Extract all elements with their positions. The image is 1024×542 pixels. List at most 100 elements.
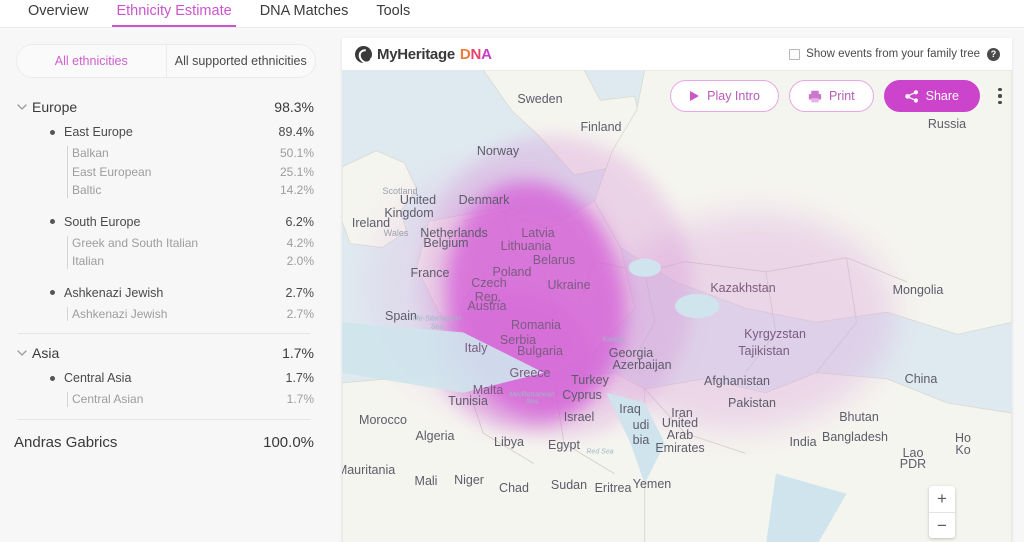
bullet-icon xyxy=(50,129,55,135)
ethnicity-row-italian[interactable]: Italian 2.0% xyxy=(72,252,314,271)
show-family-events-checkbox[interactable] xyxy=(789,48,801,60)
cluster-group-east-europe: East Europe 89.4% Balkan 50.1% East Euro… xyxy=(14,120,314,200)
ethnicity-row-balkan[interactable]: Balkan 50.1% xyxy=(72,144,314,163)
zoom-out-button[interactable]: − xyxy=(929,512,955,538)
ethnicity-map-card: MyHeritage DNA Show events from your fam… xyxy=(342,38,1012,542)
map-graphics xyxy=(342,70,1012,542)
continent-label: Europe xyxy=(32,99,78,115)
cluster-group-ashkenazi-jewish: Ashkenazi Jewish 2.7% Ashkenazi Jewish 2… xyxy=(14,281,314,324)
map-canvas[interactable]: Sweden Finland Norway Russia Scotland United K… xyxy=(342,70,1012,542)
ethnicity-label: Baltic xyxy=(72,183,102,198)
brand-dna: DNA xyxy=(459,45,492,63)
share-label: Share xyxy=(925,89,959,103)
continent-label: Asia xyxy=(32,345,60,361)
tab-tools[interactable]: Tools xyxy=(362,0,424,22)
cluster-row-east-europe[interactable]: East Europe 89.4% xyxy=(14,120,314,144)
more-options-button[interactable] xyxy=(990,83,1010,109)
share-nodes-icon xyxy=(904,89,918,103)
ethnicity-row-east-european[interactable]: East European 25.1% xyxy=(72,163,314,182)
ethnicity-filter-wrap: All ethnicities All supported ethnicitie… xyxy=(0,28,330,78)
ethnicity-sublist: Central Asian 1.7% xyxy=(14,390,314,409)
cluster-row-south-europe[interactable]: South Europe 6.2% xyxy=(14,210,314,234)
ethnicity-value: 1.7% xyxy=(286,392,314,407)
continent-row-asia[interactable]: Asia 1.7% xyxy=(14,340,314,366)
ethnicity-panel: All ethnicities All supported ethnicitie… xyxy=(0,28,330,542)
ethnicity-row-ashkenazi-jewish[interactable]: Ashkenazi Jewish 2.7% xyxy=(72,305,314,324)
kebab-dot xyxy=(998,100,1002,105)
cluster-label: South Europe xyxy=(64,214,141,229)
continent-value: 1.7% xyxy=(282,345,314,361)
print-button[interactable]: Print xyxy=(788,80,874,112)
page-body: All ethnicities All supported ethnicitie… xyxy=(0,28,1024,542)
kebab-dot xyxy=(998,94,1002,98)
play-intro-label: Play Intro xyxy=(707,89,760,103)
map-header: MyHeritage DNA Show events from your fam… xyxy=(342,38,1012,70)
ethnicity-value: 4.2% xyxy=(286,235,314,250)
ethnicity-value: 2.7% xyxy=(286,306,314,321)
kebab-dot xyxy=(998,87,1002,92)
cluster-row-central-asia[interactable]: Central Asia 1.7% xyxy=(14,366,314,390)
play-icon xyxy=(690,91,700,101)
ethnicity-label: Balkan xyxy=(72,146,109,161)
segment-all-ethnicities[interactable]: All ethnicities xyxy=(17,45,166,77)
section-divider xyxy=(18,333,310,334)
ethnicity-value: 25.1% xyxy=(279,164,314,179)
cluster-row-ashkenazi-jewish[interactable]: Ashkenazi Jewish 2.7% xyxy=(14,281,314,305)
map-header-controls: Show events from your family tree ? xyxy=(789,47,1000,61)
ethnicity-value: 14.2% xyxy=(279,183,314,198)
ethnicity-label: Greek and South Italian xyxy=(72,235,199,250)
cluster-group-south-europe: South Europe 6.2% Greek and South Italia… xyxy=(14,210,314,271)
main-tab-bar: Overview Ethnicity Estimate DNA Matches … xyxy=(0,0,1024,28)
ethnicity-label: Ashkenazi Jewish xyxy=(72,306,168,321)
show-family-events-label: Show events from your family tree xyxy=(806,48,980,60)
continent-row-europe[interactable]: Europe 98.3% xyxy=(14,94,314,120)
map-toolbar: Play Intro Print Share xyxy=(670,80,1010,112)
chevron-down-icon xyxy=(14,104,30,110)
continent-value: 98.3% xyxy=(274,99,314,115)
tab-ethnicity-estimate[interactable]: Ethnicity Estimate xyxy=(102,0,245,27)
map-zoom-controls: + − xyxy=(929,486,955,538)
ethnicity-label: Central Asian xyxy=(72,392,144,407)
ethnicity-sublist: Balkan 50.1% East European 25.1% Baltic … xyxy=(14,144,314,200)
cluster-value: 2.7% xyxy=(285,285,315,300)
total-row: Andras Gabrics 100.0% xyxy=(0,434,330,451)
help-icon[interactable]: ? xyxy=(987,47,1000,61)
ethnicity-value: 2.0% xyxy=(286,254,314,269)
bullet-icon xyxy=(50,290,55,295)
cluster-label: East Europe xyxy=(64,125,133,139)
cluster-value: 89.4% xyxy=(278,125,314,139)
myheritage-dna-logo: MyHeritage DNA xyxy=(355,45,492,63)
total-divider xyxy=(18,418,310,420)
ethnicity-sublist: Greek and South Italian 4.2% Italian 2.0… xyxy=(14,234,314,271)
ethnicity-sublist: Ashkenazi Jewish 2.7% xyxy=(14,305,314,324)
total-percent: 100.0% xyxy=(263,433,314,451)
tab-overview[interactable]: Overview xyxy=(14,0,102,22)
ethnicity-list: Europe 98.3% East Europe 89.4% Balkan 50… xyxy=(0,94,330,420)
share-button[interactable]: Share xyxy=(883,80,980,112)
cluster-group-central-asia: Central Asia 1.7% Central Asian 1.7% xyxy=(14,366,314,409)
chevron-down-icon xyxy=(14,350,30,356)
print-label: Print xyxy=(828,89,855,103)
play-intro-button[interactable]: Play Intro xyxy=(670,80,779,112)
bullet-icon xyxy=(50,219,55,224)
cluster-label: Ashkenazi Jewish xyxy=(64,285,164,300)
zoom-in-button[interactable]: + xyxy=(929,486,955,512)
myheritage-mark-icon xyxy=(355,45,372,63)
brand-name: MyHeritage xyxy=(377,45,455,63)
cluster-label: Central Asia xyxy=(64,371,132,385)
ethnicity-row-baltic[interactable]: Baltic 14.2% xyxy=(72,181,314,200)
ethnicity-label: East European xyxy=(72,164,152,179)
person-name: Andras Gabrics xyxy=(14,433,118,451)
bullet-icon xyxy=(50,375,55,381)
printer-icon xyxy=(808,90,822,102)
segment-all-supported-ethnicities[interactable]: All supported ethnicities xyxy=(165,45,316,77)
ethnicity-label: Italian xyxy=(72,254,105,269)
tab-dna-matches[interactable]: DNA Matches xyxy=(246,0,363,22)
ethnicity-row-central-asian[interactable]: Central Asian 1.7% xyxy=(72,390,314,409)
ethnicity-value: 50.1% xyxy=(279,146,314,161)
cluster-value: 6.2% xyxy=(285,214,315,229)
ethnicity-filter-segmented-control: All ethnicities All supported ethnicitie… xyxy=(16,44,316,78)
map-area: Play Intro Print Share MyHeritage DNA Sh… xyxy=(330,28,1024,542)
cluster-value: 1.7% xyxy=(285,371,315,385)
ethnicity-row-greek-and-south-italian[interactable]: Greek and South Italian 4.2% xyxy=(72,234,314,253)
